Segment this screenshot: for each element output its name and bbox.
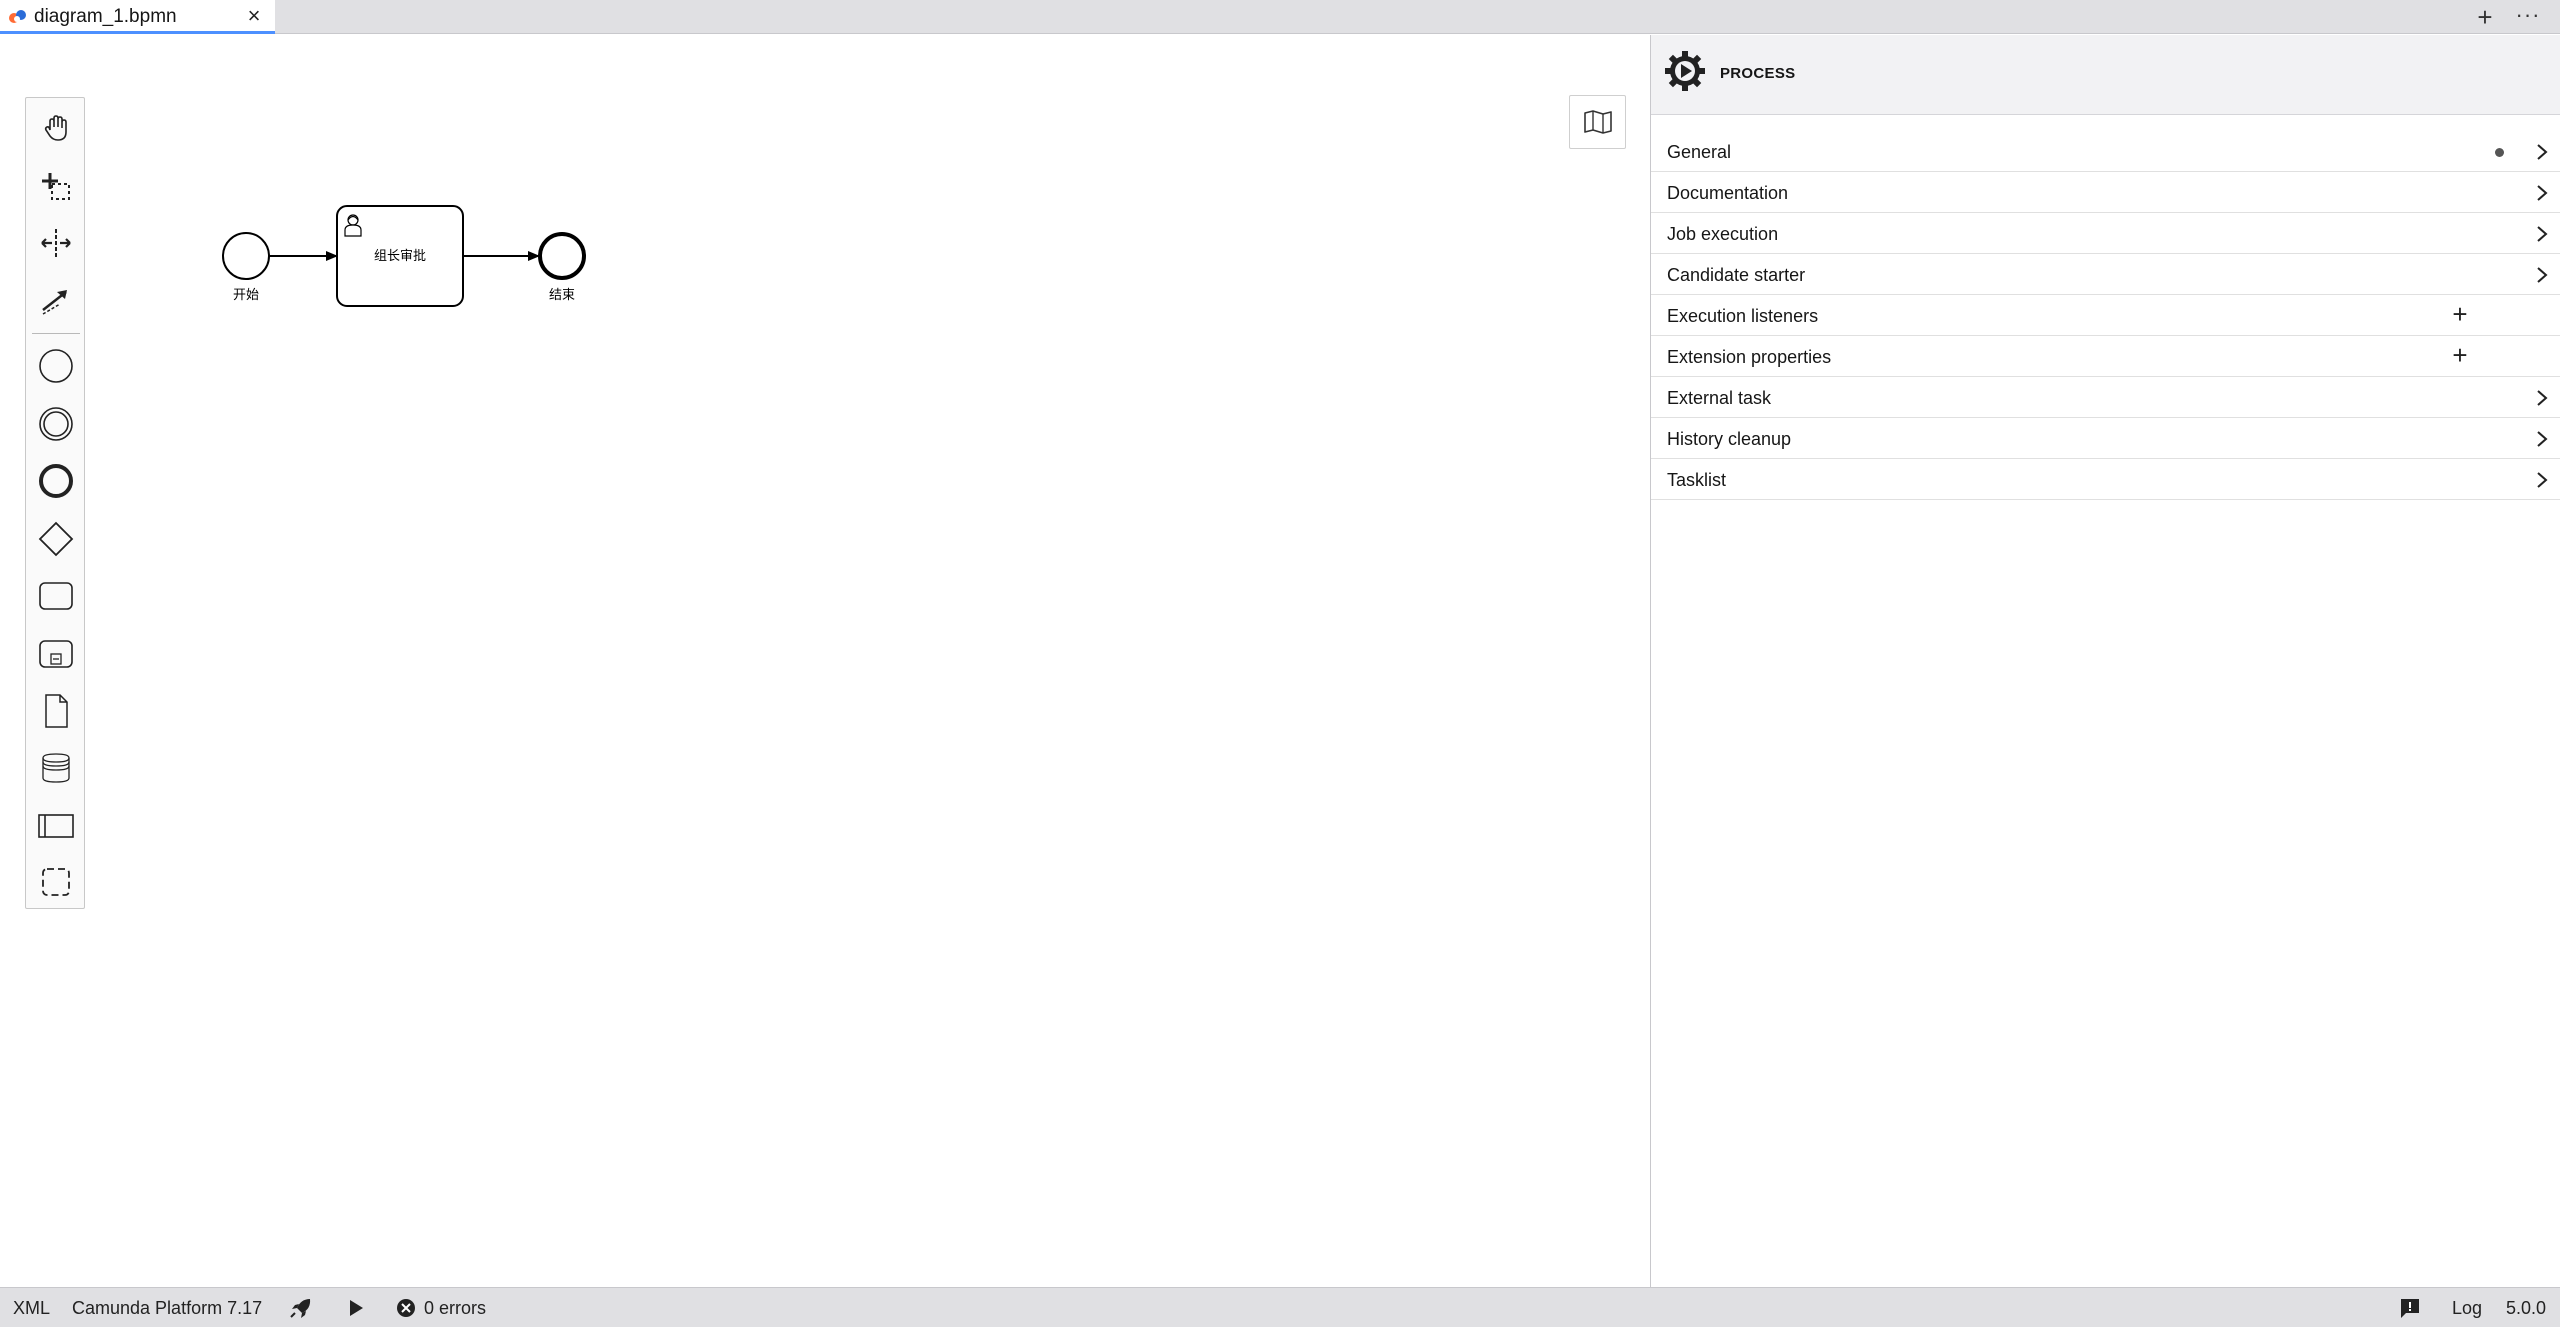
start-event-icon [39, 349, 73, 383]
space-tool-icon [41, 229, 71, 257]
log-button[interactable]: Log [2452, 1298, 2482, 1319]
group-extension-properties[interactable]: Extension properties + [1651, 336, 2560, 377]
chevron-right-icon [2537, 390, 2548, 406]
create-gateway-button[interactable] [34, 517, 78, 561]
feedback-icon[interactable] [2398, 1297, 2422, 1319]
group-candidate-starter[interactable]: Candidate starter [1651, 254, 2560, 295]
create-end-event-button[interactable] [34, 459, 78, 503]
create-start-event-button[interactable] [34, 344, 78, 388]
tab-diagram[interactable]: diagram_1.bpmn × [0, 0, 275, 34]
bpmn-diagram: 开始 组长审批 结束 [222, 205, 586, 307]
create-intermediate-event-button[interactable] [34, 402, 78, 446]
errors-count[interactable]: 0 errors [424, 1298, 486, 1319]
create-data-store-button[interactable] [34, 746, 78, 790]
properties-header-title: PROCESS [1720, 65, 1796, 82]
end-event-icon [39, 464, 73, 498]
start-instance-play-icon[interactable] [344, 1297, 368, 1319]
add-execution-listener-button[interactable]: + [2448, 299, 2472, 329]
space-tool-button[interactable] [34, 221, 78, 265]
group-history-cleanup[interactable]: History cleanup [1651, 418, 2560, 459]
data-store-icon [42, 753, 70, 783]
chevron-right-icon [2537, 472, 2548, 488]
start-event[interactable] [222, 232, 270, 280]
group-label: Execution listeners [1667, 306, 1819, 326]
group-label: General [1667, 142, 1732, 162]
chevron-right-icon [2537, 185, 2548, 201]
hand-tool-icon [44, 115, 67, 141]
create-subprocess-button[interactable] [34, 632, 78, 676]
group-general[interactable]: General [1651, 131, 2560, 172]
group-label: Tasklist [1667, 470, 1727, 490]
group-tasklist[interactable]: Tasklist [1651, 459, 2560, 500]
deploy-rocket-icon[interactable] [289, 1297, 313, 1319]
more-options-button[interactable]: ··· [2513, 2, 2543, 30]
data-marker-dot-icon [2495, 148, 2504, 157]
properties-panel: PROCESS General Documentation Job execut… [1650, 35, 2560, 1287]
end-event[interactable] [538, 232, 586, 280]
chevron-right-icon [2537, 226, 2548, 242]
group-label: External task [1667, 388, 1772, 408]
new-tab-button[interactable]: + [2472, 3, 2498, 31]
group-label: Job execution [1667, 224, 1779, 244]
lasso-tool-button[interactable] [34, 164, 78, 208]
tab-close-button[interactable]: × [243, 4, 265, 28]
group-label: Documentation [1667, 183, 1789, 203]
error-circle-icon[interactable] [394, 1297, 418, 1319]
group-icon [42, 868, 70, 896]
map-icon [1583, 110, 1612, 134]
chevron-right-icon [2537, 144, 2548, 160]
create-group-button[interactable] [34, 860, 78, 904]
end-event-label: 结束 [549, 288, 575, 303]
add-extension-property-button[interactable]: + [2448, 340, 2472, 370]
properties-header: PROCESS [1651, 35, 2560, 115]
group-label: Extension properties [1667, 347, 1832, 367]
subprocess-icon [39, 640, 73, 668]
xml-view-button[interactable]: XML [13, 1298, 50, 1319]
group-execution-listeners[interactable]: Execution listeners + [1651, 295, 2560, 336]
group-label: Candidate starter [1667, 265, 1806, 285]
tab-bar: diagram_1.bpmn × + ··· [0, 0, 2560, 34]
chevron-right-icon [2537, 431, 2548, 447]
group-documentation[interactable]: Documentation [1651, 172, 2560, 213]
data-object-icon [45, 694, 68, 728]
tool-palette [25, 97, 85, 909]
start-event-label: 开始 [233, 288, 259, 303]
status-bar: XML Camunda Platform 7.17 0 errors Log 5… [0, 1287, 2560, 1327]
hand-tool-button[interactable] [34, 106, 78, 150]
global-connect-tool-icon [42, 290, 67, 315]
create-task-button[interactable] [34, 574, 78, 618]
create-participant-button[interactable] [34, 804, 78, 848]
intermediate-event-icon [39, 407, 73, 441]
diagram-canvas[interactable]: 开始 组长审批 结束 [0, 35, 1650, 1287]
create-data-object-button[interactable] [34, 689, 78, 733]
group-label: History cleanup [1667, 429, 1792, 449]
participant-icon [38, 814, 74, 838]
task-icon [39, 582, 73, 610]
global-connect-tool-button[interactable] [34, 278, 78, 322]
chevron-right-icon [2537, 267, 2548, 283]
minimap-toggle-button[interactable] [1569, 95, 1626, 149]
process-gear-icon [1665, 51, 1705, 91]
tab-title: diagram_1.bpmn [34, 6, 177, 27]
gateway-icon [38, 521, 74, 557]
group-job-execution[interactable]: Job execution [1651, 213, 2560, 254]
lasso-tool-icon [42, 173, 70, 200]
bpmn-file-icon [9, 10, 26, 23]
group-external-task[interactable]: External task [1651, 377, 2560, 418]
engine-version-button[interactable]: Camunda Platform 7.17 [72, 1298, 262, 1319]
user-task-label: 组长审批 [374, 249, 426, 264]
app-version[interactable]: 5.0.0 [2506, 1298, 2546, 1319]
